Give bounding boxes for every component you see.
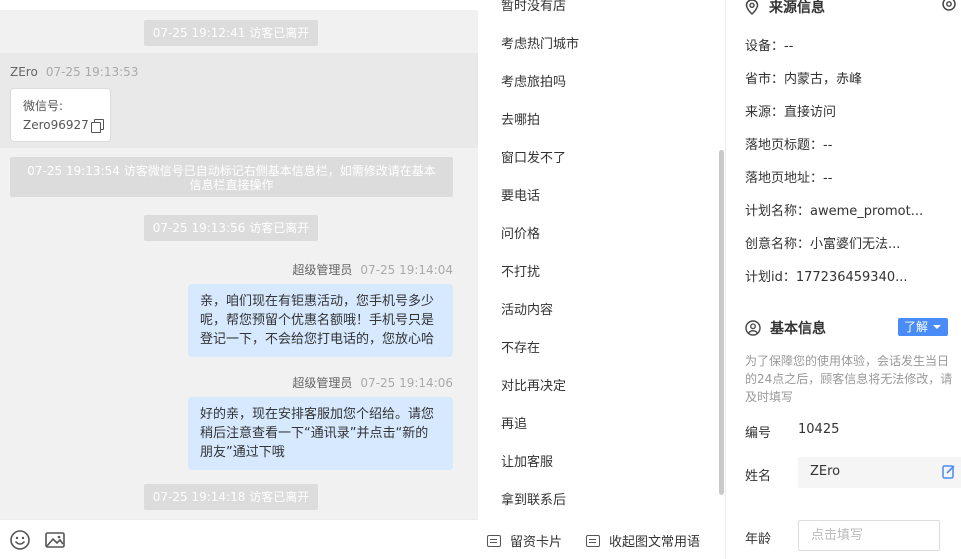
location-pin-icon — [745, 0, 759, 15]
source-info-title: 来源信息 — [769, 0, 825, 16]
chat-workspace: 07-25 19:12:41 访客已离开 ZEro 07-25 19:13:53 … — [0, 0, 961, 559]
visitor-sender: ZEro 07-25 19:13:53 — [10, 65, 138, 79]
wechat-card: 微信号: Zero96927 — [10, 88, 111, 142]
agent-name: 超级管理员 — [292, 376, 353, 390]
quick-reply-item[interactable]: 考虑热门城市 — [501, 36, 579, 54]
visitor-name: ZEro — [10, 65, 38, 79]
quick-reply-item[interactable]: 要电话 — [501, 188, 540, 206]
landing-title-row: 落地页标题：-- — [745, 138, 833, 153]
id-value: 10425 — [798, 422, 840, 437]
quick-reply-item[interactable]: 窗口发不了 — [501, 150, 566, 168]
chat-panel: 07-25 19:12:41 访客已离开 ZEro 07-25 19:13:53 … — [0, 0, 478, 559]
copy-icon[interactable] — [90, 119, 104, 133]
collapse-phrases-label: 收起图文常用语 — [609, 535, 701, 550]
quick-reply-scrollbar[interactable] — [719, 150, 724, 495]
lead-card-button[interactable]: 留资卡片 — [487, 531, 562, 550]
quick-reply-item[interactable]: 去哪拍 — [501, 112, 540, 130]
user-circle-icon — [745, 320, 761, 336]
quick-reply-item[interactable]: 对比再决定 — [501, 378, 566, 396]
quick-reply-panel: 暂时没有店 考虑热门城市 考虑旅拍吗 去哪拍 窗口发不了 要电话 问价格 不打扰… — [485, 0, 725, 559]
age-field[interactable]: 点击填写 — [798, 520, 940, 551]
basic-info-title: 基本信息 — [770, 321, 826, 337]
source-row: 来源：直接访问 — [745, 105, 837, 120]
emoji-icon[interactable] — [9, 529, 31, 551]
landing-url-row: 落地页地址：-- — [745, 171, 833, 186]
system-message: 07-25 19:14:18 访客已离开 — [144, 484, 318, 510]
quick-reply-item[interactable]: 不存在 — [501, 340, 540, 358]
chat-toolbar — [0, 519, 478, 559]
name-field[interactable]: ZEro — [798, 457, 961, 488]
age-label: 年龄 — [745, 532, 772, 547]
settings-icon[interactable] — [941, 0, 957, 12]
quick-reply-item[interactable]: 再追 — [501, 416, 527, 434]
agent-time: 07-25 19:14:06 — [360, 376, 453, 390]
plan-name-row: 计划名称：aweme_promot... — [745, 204, 924, 219]
card-icon — [487, 534, 501, 547]
chat-top-strip — [0, 0, 478, 10]
system-notice: 07-25 19:13:54 访客微信号已自动标记右侧基本信息栏，如需修改请在基… — [10, 157, 453, 197]
quick-reply-item[interactable]: 活动内容 — [501, 302, 553, 320]
agent-sender: 超级管理员 07-25 19:14:06 — [200, 374, 453, 391]
message-icon — [586, 534, 600, 547]
collapse-phrases-button[interactable]: 收起图文常用语 — [586, 531, 700, 550]
source-info-header: 来源信息 — [745, 0, 825, 17]
learn-more-dropdown[interactable]: 了解 — [898, 318, 948, 336]
wechat-card-label: 微信号: — [23, 99, 64, 113]
quick-reply-item[interactable]: 不打扰 — [501, 264, 540, 282]
image-icon[interactable] — [44, 529, 66, 551]
visitor-time: 07-25 19:13:53 — [45, 65, 139, 79]
agent-time: 07-25 19:14:04 — [360, 263, 453, 277]
device-row: 设备：-- — [745, 39, 794, 54]
name-label: 姓名 — [745, 469, 772, 484]
creative-name-row: 创意名称：小富婆们无法... — [745, 237, 901, 252]
agent-name: 超级管理员 — [292, 263, 353, 277]
quick-reply-item[interactable]: 考虑旅拍吗 — [501, 74, 566, 92]
quick-reply-item[interactable]: 暂时没有店 — [501, 0, 566, 16]
wechat-id: Zero96927 — [23, 118, 89, 132]
agent-sender: 超级管理员 07-25 19:14:04 — [200, 261, 453, 278]
basic-info-header: 基本信息 — [745, 318, 826, 338]
id-label: 编号 — [745, 426, 772, 441]
agent-message-bubble: 亲，咱们现在有钜惠活动，您手机号多少呢，帮您预留个优惠名额哦！手机号只是登记一下… — [188, 284, 453, 357]
quick-reply-item[interactable]: 让加客服 — [501, 454, 553, 472]
agent-message-bubble: 好的亲，现在安排客服加您个绍给。请您稍后注意查看一下“通讯录”并点击“新的朋友”… — [188, 397, 453, 470]
system-message: 07-25 19:12:41 访客已离开 — [144, 20, 318, 46]
system-message: 07-25 19:13:56 访客已离开 — [144, 215, 318, 241]
quick-reply-item[interactable]: 拿到联系后 — [501, 492, 566, 510]
edit-icon[interactable] — [942, 464, 956, 480]
region-row: 省市：内蒙古，赤峰 — [745, 72, 863, 87]
lead-card-label: 留资卡片 — [510, 535, 563, 550]
edit-deadline-hint: 为了保障您的使用体验，会话发生当日的24点之后，顾客信息将无法修改，请及时填写 — [745, 354, 953, 404]
quick-reply-item[interactable]: 问价格 — [501, 226, 540, 244]
plan-id-row: 计划id：177236459340... — [745, 270, 908, 285]
customer-info-panel: 来源信息 设备：-- 省市：内蒙古，赤峰 来源：直接访问 落地页标题：-- 落地… — [726, 0, 961, 559]
